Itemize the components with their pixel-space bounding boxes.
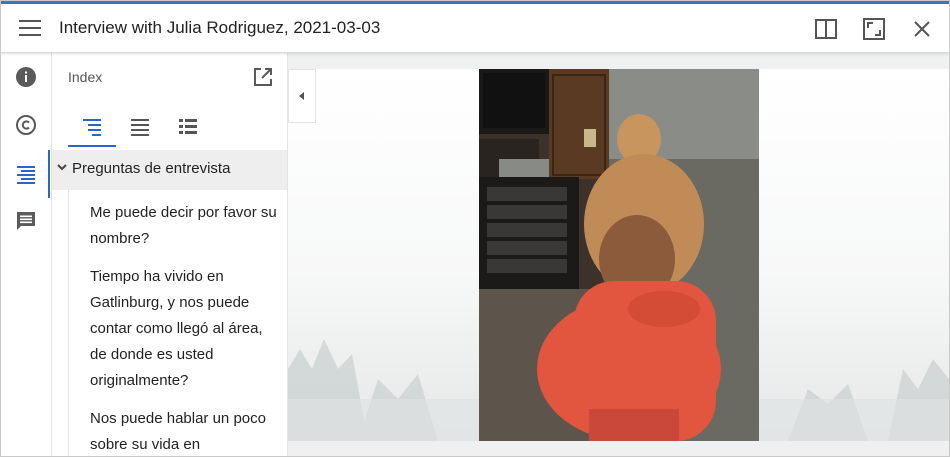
tab-index-view[interactable] xyxy=(68,109,116,147)
split-view-icon[interactable] xyxy=(813,16,839,42)
media-player-area xyxy=(288,53,949,456)
menu-icon[interactable] xyxy=(19,18,41,38)
collapse-panel-button[interactable] xyxy=(288,69,316,123)
transcript-view-icon xyxy=(131,119,149,136)
tab-transcript-view[interactable] xyxy=(116,109,164,147)
index-panel: Index Preguntas de entrevista Me puede d… xyxy=(52,53,288,456)
index-icon[interactable] xyxy=(14,162,38,186)
app-window: Interview with Julia Rodriguez, 2021-03-… xyxy=(0,0,950,457)
section-label: Preguntas de entrevista xyxy=(72,160,231,177)
chevron-left-icon xyxy=(299,92,304,100)
index-title: Index xyxy=(68,69,103,85)
info-icon[interactable] xyxy=(14,65,38,89)
list-item[interactable]: Me puede decir por favor su nombre? xyxy=(90,200,280,252)
side-rail xyxy=(1,53,52,456)
player-bottom-strip xyxy=(288,441,949,456)
tab-list-view[interactable] xyxy=(164,109,212,147)
app-header: Interview with Julia Rodriguez, 2021-03-… xyxy=(1,4,949,53)
close-icon[interactable] xyxy=(909,16,935,42)
page-title: Interview with Julia Rodriguez, 2021-03-… xyxy=(59,18,381,37)
active-indicator xyxy=(48,150,50,198)
list-item[interactable]: Nos puede hablar un poco sobre su vida e… xyxy=(90,406,280,456)
tree-line xyxy=(68,190,69,456)
comments-icon[interactable] xyxy=(14,209,38,233)
chevron-down-icon xyxy=(57,164,67,171)
list-item[interactable]: Tiempo ha vivido en Gatlinburg, y nos pu… xyxy=(90,264,280,394)
index-view-icon xyxy=(83,119,101,136)
question-list: Me puede decir por favor su nombre? Tiem… xyxy=(90,200,280,456)
list-view-icon xyxy=(179,119,197,134)
section-header[interactable]: Preguntas de entrevista xyxy=(52,150,287,190)
fullscreen-icon[interactable] xyxy=(861,16,887,42)
popout-icon[interactable] xyxy=(252,66,274,88)
video-frame[interactable] xyxy=(479,69,759,441)
copyright-icon[interactable] xyxy=(14,113,38,137)
